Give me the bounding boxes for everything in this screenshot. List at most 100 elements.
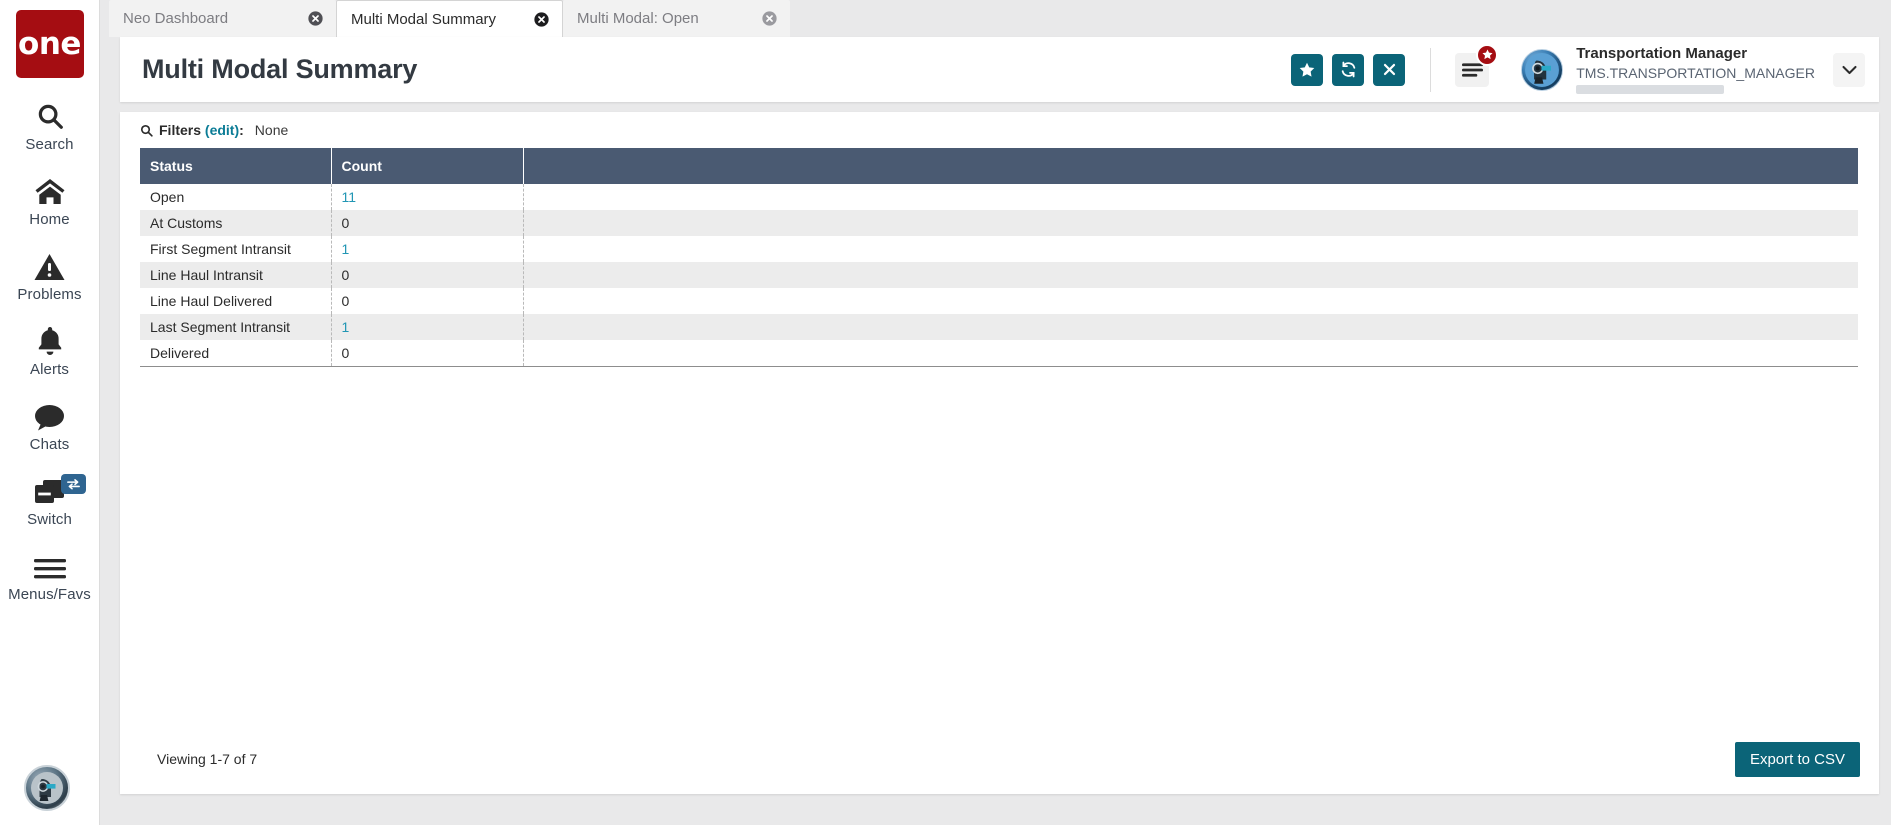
sidebar-item-problems[interactable]: Problems [0,247,100,303]
hamburger-icon [33,547,66,581]
tab-multi-modal-open[interactable]: Multi Modal: Open [563,0,790,37]
filters-value: None [254,122,289,138]
filters-label: Filters [159,122,202,138]
favorites-badge [1476,43,1499,66]
sidebar-item-label: Alerts [30,361,69,378]
export-to-csv-button[interactable]: Export to CSV [1734,741,1860,777]
tab-label: Neo Dashboard [123,10,229,27]
home-icon [34,172,66,206]
table-header: Status Count [140,148,1858,184]
user-profile[interactable]: Transportation Manager TMS.TRANSPORTATIO… [1521,45,1815,94]
summary-table: Status Count Open 11 At Customs 0 First … [140,148,1858,367]
page-header-card: Multi Modal Summary Transportation Manag… [120,37,1879,102]
page-title: Multi Modal Summary [142,54,418,84]
chevron-down-icon [1841,65,1857,74]
cell-filler [523,314,1858,340]
tab-label: Multi Modal Summary [351,10,497,28]
chat-bubble-icon [34,397,65,431]
cell-filler [523,340,1858,367]
close-icon[interactable] [534,11,549,27]
cell-filler [523,210,1858,236]
table-body: Open 11 At Customs 0 First Segment Intra… [140,184,1858,367]
tab-neo-dashboard[interactable]: Neo Dashboard [109,0,336,37]
cell-filler [523,288,1858,314]
column-header-status[interactable]: Status [140,148,332,184]
sidebar-item-label: Menus/Favs [8,586,91,603]
cell-status: Open [140,184,332,210]
viewing-count: Viewing 1-7 of 7 [157,751,258,767]
count-value: 0 [341,215,350,231]
tab-multi-modal-summary[interactable]: Multi Modal Summary [336,0,563,40]
user-login-redaction-bar [1576,84,1725,94]
sidebar-item-switch[interactable]: Switch [0,472,100,528]
cell-count: 0 [331,210,524,236]
sidebar-item-label: Search [25,136,74,153]
tab-bar: Neo Dashboard Multi Modal Summary Multi … [100,0,1891,40]
close-x-icon [1383,63,1395,76]
filters-edit-link[interactable]: (edit) [205,122,239,138]
sidebar-item-label: Problems [17,286,82,303]
star-icon [1482,49,1493,60]
sidebar-item-search[interactable]: Search [0,97,100,153]
cell-status: Last Segment Intransit [140,314,332,340]
warning-triangle-icon [34,247,65,281]
table-row[interactable]: First Segment Intransit 1 [140,236,1858,262]
robot-avatar-icon [31,772,63,804]
star-icon [1299,62,1315,77]
table-row[interactable]: At Customs 0 [140,210,1858,236]
sidebar-item-home[interactable]: Home [0,172,100,228]
user-login: TMS.TRANSPORTATION_MANAGER [1576,64,1815,81]
close-button[interactable] [1373,53,1406,86]
cell-filler [523,184,1858,210]
count-value: 0 [341,293,350,309]
sidebar-item-alerts[interactable]: Alerts [0,322,100,378]
table-row[interactable]: Open 11 [140,184,1858,210]
search-icon [35,97,65,131]
cell-status: Line Haul Delivered [140,288,332,314]
bell-icon [36,322,64,356]
table-footer: Viewing 1-7 of 7 Export to CSV [120,724,1879,794]
cell-count: 1 [331,314,524,340]
left-nav-rail: one Search Home Problems Alerts Chats Sw… [0,0,100,825]
header-menu-button[interactable] [1455,43,1499,87]
avatar [1521,48,1564,91]
count-link[interactable]: 11 [342,189,357,205]
table-row[interactable]: Last Segment Intransit 1 [140,314,1858,340]
sidebar-item-chats[interactable]: Chats [0,397,100,453]
brand-logo-text: one [18,26,81,62]
rail-avatar[interactable] [24,765,70,811]
cell-filler [523,262,1858,288]
cell-count: 0 [331,340,524,367]
refresh-button[interactable] [1332,53,1365,86]
count-link[interactable]: 1 [342,241,350,257]
favorite-button[interactable] [1291,53,1324,86]
table-row[interactable]: Line Haul Delivered 0 [140,288,1858,314]
cell-status: Delivered [140,340,332,367]
cell-count: 0 [331,288,524,314]
cell-status: Line Haul Intransit [140,262,332,288]
count-link[interactable]: 1 [342,319,350,335]
header-divider [1430,47,1432,92]
user-text: Transportation Manager TMS.TRANSPORTATIO… [1576,45,1815,94]
filters-bar: Filters (edit) : None [120,112,1879,148]
column-header-count[interactable]: Count [331,148,524,184]
close-icon[interactable] [308,11,323,26]
sidebar-item-menus-favs[interactable]: Menus/Favs [0,547,100,603]
cell-status: At Customs [140,210,332,236]
cell-filler [523,236,1858,262]
cell-count: 0 [331,262,524,288]
brand-logo[interactable]: one [15,10,84,78]
swap-arrows-icon[interactable] [60,474,86,494]
user-name: Transportation Manager [1576,45,1748,63]
sidebar-item-label: Home [29,211,70,228]
cell-count: 1 [331,236,524,262]
user-menu-toggle[interactable] [1833,52,1865,87]
cell-status: First Segment Intransit [140,236,332,262]
table-row[interactable]: Line Haul Intransit 0 [140,262,1858,288]
count-value: 0 [341,267,350,283]
filters-colon: : [239,122,244,138]
table-row[interactable]: Delivered 0 [140,340,1858,367]
sidebar-item-label: Switch [27,511,72,528]
close-icon[interactable] [762,11,777,26]
column-header-filler [523,148,1858,184]
